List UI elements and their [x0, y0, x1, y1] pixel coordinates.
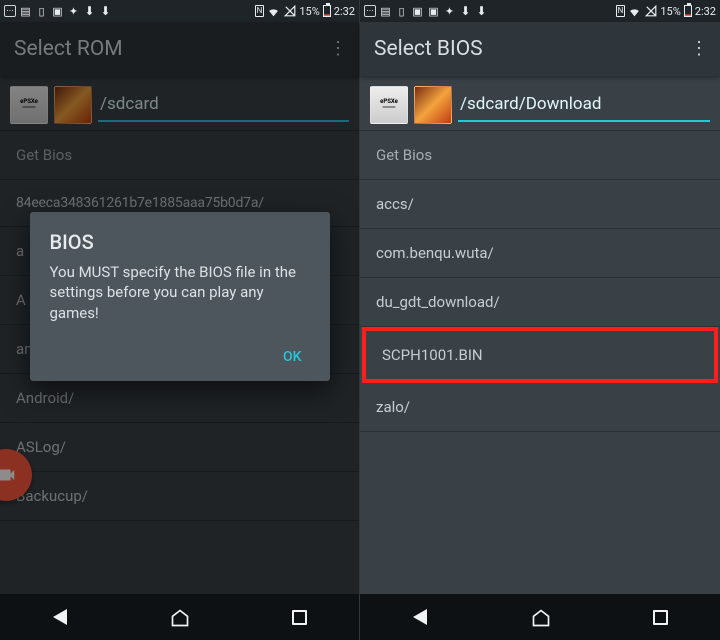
tile-icon: ▤ [19, 5, 32, 18]
download-icon-2: ⬇ [475, 5, 488, 18]
phone-right: ⋯ ▤ ▯ ▣ ▣ ✦ ⬇ ⬇ N 15% 2:32 [360, 0, 720, 640]
overflow-menu-icon[interactable]: ⋮ [690, 40, 706, 58]
tile-icon: ▤ [379, 5, 392, 18]
status-left-icons: ⋯ ▤ ▯ ▣ ✦ ⬇ ⬇ [4, 5, 112, 18]
battery-icon [323, 5, 331, 17]
thumbnail-game[interactable] [414, 86, 452, 124]
bios-dialog: BIOS You MUST specify the BIOS file in t… [30, 212, 330, 381]
list-item-highlighted[interactable]: SCPH1001.BIN [362, 327, 718, 383]
battery-icon [684, 5, 692, 17]
list-item[interactable]: du_gdt_download/ [360, 278, 720, 327]
battery-percent: 15% [299, 5, 319, 18]
file-list: Get Bios accs/ com.benqu.wuta/ du_gdt_do… [360, 131, 720, 594]
nav-back-button[interactable] [30, 609, 90, 625]
nav-recents-button[interactable] [269, 610, 329, 625]
nav-home-button[interactable] [149, 608, 209, 626]
phone-left: ⋯ ▤ ▯ ▣ ✦ ⬇ ⬇ N 15% 2:32 [0, 0, 360, 640]
status-right-icons: N 15% 2:32 [616, 5, 716, 18]
status-bar: ⋯ ▤ ▯ ▣ ✦ ⬇ ⬇ N 15% 2:32 [0, 0, 359, 22]
camera-icon: ✦ [443, 5, 456, 18]
list-item[interactable]: Android/ [0, 374, 359, 423]
download-icon: ⬇ [83, 5, 96, 18]
nav-back-button[interactable] [390, 609, 450, 625]
wifi-icon [267, 5, 280, 18]
wifi-icon [628, 5, 641, 18]
list-item[interactable]: accs/ [360, 180, 720, 229]
overflow-menu-icon[interactable]: ⋮ [329, 40, 345, 58]
thumbnail-epsxe[interactable]: ePSXe═══ [10, 86, 48, 124]
thumbnail-game[interactable] [54, 86, 92, 124]
nfc-icon: N [616, 5, 626, 17]
nfc-icon: N [255, 5, 265, 17]
list-item[interactable]: zalo/ [360, 383, 720, 432]
path-row: ePSXe═══ /sdcard [0, 76, 359, 131]
thumbnail-epsxe[interactable]: ePSXe═══ [370, 86, 408, 124]
battery-saver-icon: ▯ [395, 5, 408, 18]
camera-icon: ✦ [67, 5, 80, 18]
nav-recents-button[interactable] [630, 610, 690, 625]
clock: 2:32 [334, 5, 355, 18]
list-item[interactable]: ASLog/ [0, 423, 359, 472]
download-icon-2: ⬇ [99, 5, 112, 18]
notif-icon: ⋯ [364, 5, 376, 17]
app-bar: Select ROM ⋮ [0, 22, 359, 76]
battery-saver-icon: ▯ [35, 5, 48, 18]
image-icon: ▣ [51, 5, 64, 18]
no-signal-icon [644, 5, 657, 18]
list-item[interactable]: Backucup/ [0, 472, 359, 521]
status-left-icons: ⋯ ▤ ▯ ▣ ▣ ✦ ⬇ ⬇ [364, 5, 488, 18]
image-icon: ▣ [411, 5, 424, 18]
app-bar: Select BIOS ⋮ [360, 22, 720, 76]
nav-home-button[interactable] [510, 608, 570, 626]
side-by-side-screenshots: ⋯ ▤ ▯ ▣ ✦ ⬇ ⬇ N 15% 2:32 [0, 0, 720, 640]
screen-title: Select BIOS [374, 37, 483, 61]
clock: 2:32 [695, 5, 716, 18]
path-row: ePSXe═══ /sdcard/Download [360, 76, 720, 131]
notif-icon: ⋯ [4, 5, 16, 17]
download-icon: ⬇ [459, 5, 472, 18]
current-path-field[interactable]: /sdcard [98, 88, 349, 122]
screen-title: Select ROM [14, 37, 123, 61]
nav-bar [0, 594, 359, 640]
list-item[interactable]: com.benqu.wuta/ [360, 229, 720, 278]
list-item[interactable]: Get Bios [360, 131, 720, 180]
status-bar: ⋯ ▤ ▯ ▣ ▣ ✦ ⬇ ⬇ N 15% 2:32 [360, 0, 720, 22]
battery-percent: 15% [660, 5, 680, 18]
status-right-icons: N 15% 2:32 [255, 5, 355, 18]
no-signal-icon [283, 5, 296, 18]
nav-bar [360, 594, 720, 640]
dialog-title: BIOS [50, 230, 310, 254]
dialog-ok-button[interactable]: OK [275, 343, 310, 371]
list-item[interactable]: Get Bios [0, 131, 359, 180]
current-path-field[interactable]: /sdcard/Download [458, 88, 710, 122]
image-icon-2: ▣ [427, 5, 440, 18]
dialog-body: You MUST specify the BIOS file in the se… [50, 262, 310, 323]
